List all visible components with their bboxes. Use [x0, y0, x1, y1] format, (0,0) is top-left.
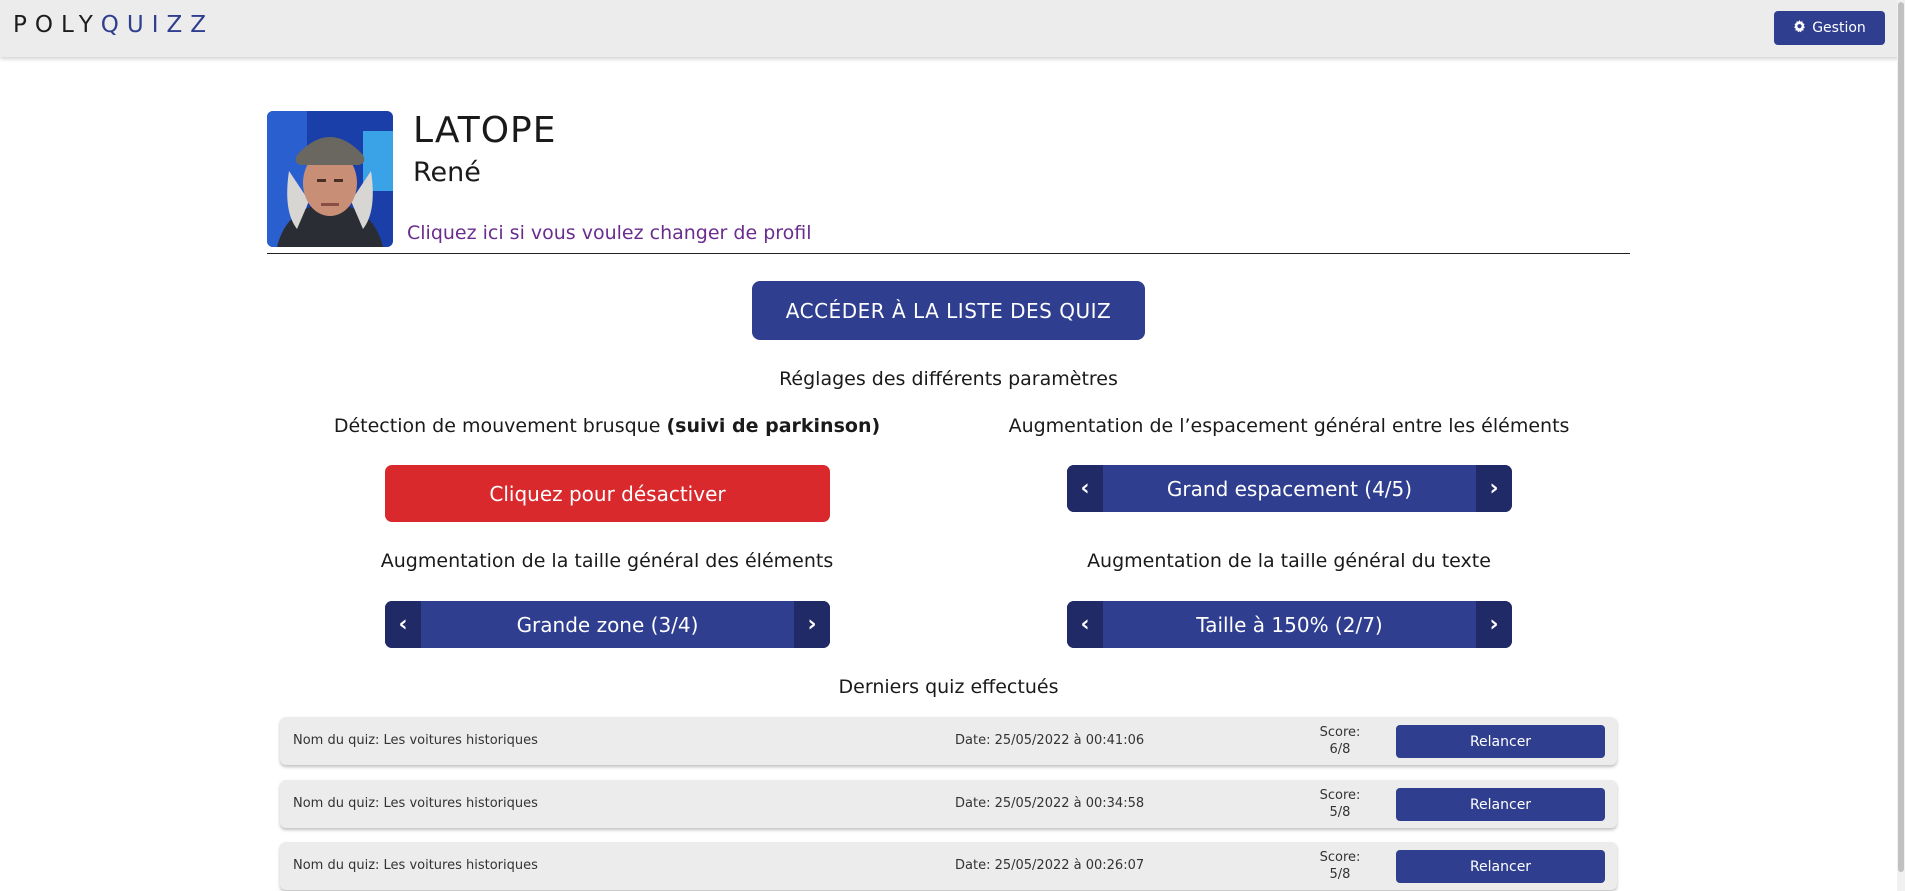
spacing-value: Grand espacement (4/5) [1166, 476, 1413, 501]
movement-detection-label: Détection de mouvement brusque (suivi de… [257, 415, 957, 437]
profile-first-name: René [413, 157, 481, 188]
profile-avatar [267, 111, 393, 247]
quiz-score-label: Score: [1319, 725, 1361, 740]
spacing-stepper: ‹ Grand espacement (4/5) › [1067, 465, 1512, 512]
spacing-increase-button[interactable]: › [1476, 465, 1512, 512]
quiz-date: Date: 25/05/2022 à 00:41:06 [955, 733, 1145, 748]
quiz-score-value: 6/8 [1329, 742, 1351, 757]
spacing-label: Augmentation de l’espacement général ent… [1008, 415, 1570, 437]
profile-last-name: LATOPE [413, 110, 557, 151]
change-profile-link[interactable]: Cliquez ici si vous voulez changer de pr… [407, 222, 812, 244]
gear-icon [1793, 19, 1806, 37]
element-size-stepper: ‹ Grande zone (3/4) › [385, 601, 830, 648]
movement-detection-toggle-button[interactable]: Cliquez pour désactiver [385, 465, 830, 522]
quiz-date: Date: 25/05/2022 à 00:34:58 [955, 796, 1145, 811]
relaunch-button[interactable]: Relancer [1396, 725, 1605, 758]
text-size-decrease-button[interactable]: ‹ [1067, 601, 1103, 648]
quiz-name: Nom du quiz: Les voitures historiques [293, 733, 538, 748]
movement-detection-label-bold: (suivi de parkinson) [666, 415, 881, 437]
text-size-stepper: ‹ Taille à 150% (2/7) › [1067, 601, 1512, 648]
quiz-list-button[interactable]: ACCÉDER À LA LISTE DES QUIZ [752, 281, 1145, 340]
settings-title: Réglages des différents paramètres [779, 368, 1118, 390]
element-size-value: Grande zone (3/4) [516, 612, 699, 637]
chevron-right-icon: › [1489, 612, 1499, 637]
gestion-label: Gestion [1812, 20, 1866, 36]
page-scrollbar[interactable] [1897, 0, 1905, 891]
logo-poly: POLY [13, 12, 101, 38]
profile-divider [267, 253, 1630, 254]
movement-detection-label-text: Détection de mouvement brusque [333, 415, 661, 437]
quiz-score-value: 5/8 [1329, 805, 1351, 820]
chevron-left-icon: ‹ [1080, 612, 1090, 637]
quiz-date: Date: 25/05/2022 à 00:26:07 [955, 858, 1145, 873]
element-size-decrease-button[interactable]: ‹ [385, 601, 421, 648]
element-size-label: Augmentation de la taille général des él… [380, 550, 834, 572]
chevron-left-icon: ‹ [1080, 476, 1090, 501]
scrollbar-thumb[interactable] [1898, 2, 1904, 872]
app-logo[interactable]: POLYQUIZZ [13, 12, 214, 38]
quiz-score-label: Score: [1319, 850, 1361, 865]
quiz-score: Score: 5/8 [1310, 787, 1370, 821]
quiz-history-row: Nom du quiz: Les voitures historiques Da… [280, 717, 1617, 765]
text-size-increase-button[interactable]: › [1476, 601, 1512, 648]
relaunch-button[interactable]: Relancer [1396, 788, 1605, 821]
spacing-decrease-button[interactable]: ‹ [1067, 465, 1103, 512]
element-size-increase-button[interactable]: › [794, 601, 830, 648]
gestion-button[interactable]: Gestion [1774, 11, 1885, 45]
quiz-score: Score: 5/8 [1310, 849, 1370, 883]
logo-quizz: QUIZZ [100, 12, 215, 38]
text-size-label: Augmentation de la taille général du tex… [1087, 550, 1491, 572]
quiz-score-label: Score: [1319, 788, 1361, 803]
quiz-score: Score: 6/8 [1310, 724, 1370, 758]
chevron-right-icon: › [1489, 476, 1499, 501]
relaunch-button[interactable]: Relancer [1396, 850, 1605, 883]
quiz-score-value: 5/8 [1329, 867, 1351, 882]
quiz-name: Nom du quiz: Les voitures historiques [293, 796, 538, 811]
quiz-name: Nom du quiz: Les voitures historiques [293, 858, 538, 873]
quiz-history-row: Nom du quiz: Les voitures historiques Da… [280, 842, 1617, 890]
top-navbar: POLYQUIZZ Gestion [0, 0, 1905, 57]
text-size-value: Taille à 150% (2/7) [1196, 612, 1383, 637]
chevron-right-icon: › [807, 612, 817, 637]
quiz-history-row: Nom du quiz: Les voitures historiques Da… [280, 780, 1617, 828]
history-title: Derniers quiz effectués [838, 676, 1059, 698]
chevron-left-icon: ‹ [398, 612, 408, 637]
